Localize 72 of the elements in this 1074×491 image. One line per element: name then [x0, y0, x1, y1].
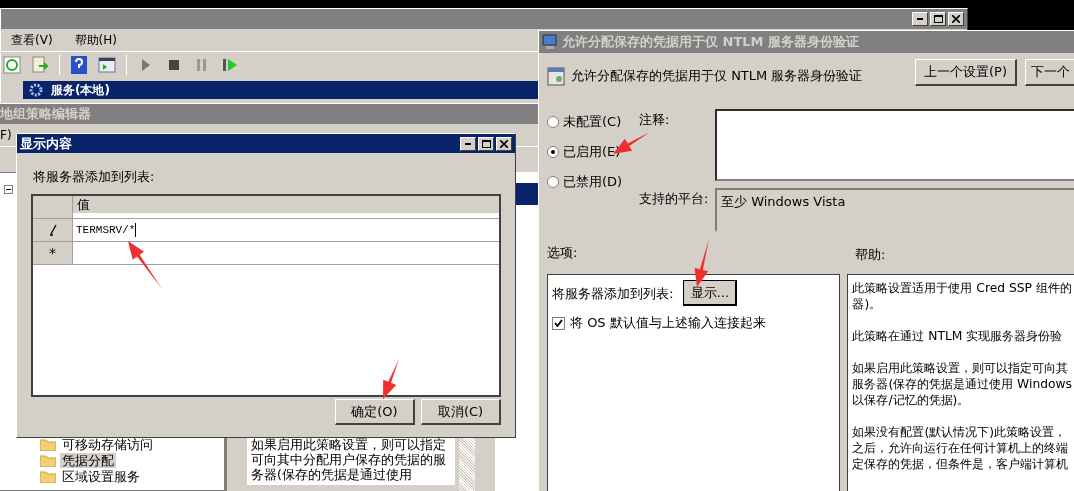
computer-icon — [542, 34, 558, 50]
show-button[interactable]: 显示... — [683, 280, 738, 306]
help-text-line: 服务器(保存的凭据是通过使用 Windows — [852, 376, 1072, 392]
console-icon[interactable] — [98, 55, 116, 74]
help-text-line: 此策略设置适用于使用 Cred SSP 组件的 — [852, 280, 1072, 296]
radio-button[interactable] — [547, 176, 559, 188]
window-title: 允许分配保存的凭据用于仅 NTLM 服务器身份验证 — [562, 33, 861, 51]
annotation-arrow — [383, 359, 399, 399]
refresh-icon[interactable] — [3, 55, 21, 74]
description-line: 可向其中分配用户保存的凭据的服 — [251, 452, 447, 467]
help-text-line: 定保存的凭据，但条件是，客户端计算机 — [852, 456, 1070, 472]
menu-item[interactable]: F) — [0, 128, 12, 142]
next-setting-button[interactable]: 下一个 — [1025, 59, 1074, 86]
previous-setting-button[interactable]: 上一个设置(P) — [915, 59, 1017, 86]
help-text-line: 如果启用此策略设置，则可以指定可向其 — [852, 360, 1070, 376]
concat-checkbox[interactable]: 将 OS 默认值与上述输入连接起来 — [552, 314, 836, 332]
maximize-button[interactable] — [930, 12, 946, 26]
cancel-button[interactable]: 取消(C) — [421, 399, 501, 425]
description-line: 务器(保存的凭据是通过使用 — [251, 467, 413, 482]
new-row-marker: * — [49, 245, 56, 261]
annotation-arrow — [128, 241, 162, 289]
state-radio[interactable]: 已禁用(D) — [547, 173, 639, 191]
help-text-line: 以保存/记忆的凭据)。 — [852, 392, 971, 408]
checkbox[interactable] — [552, 316, 565, 330]
folder-icon — [40, 453, 56, 467]
ok-button[interactable]: 确定(O) — [335, 399, 415, 425]
help-text-line: 器)。 — [852, 296, 883, 312]
gear-icon — [29, 83, 43, 97]
collapse-icon[interactable] — [4, 185, 13, 194]
minimize-button[interactable] — [912, 12, 928, 26]
help-icon[interactable] — [70, 55, 88, 74]
radio-button[interactable] — [547, 116, 559, 128]
state-radio[interactable]: 未配置(C) — [547, 113, 639, 131]
radio-button[interactable] — [547, 146, 559, 158]
help-text-line: 如果没有配置(默认情况下)此策略设置， — [852, 424, 1067, 440]
folder-icon — [40, 469, 56, 483]
maximize-icon — [481, 139, 491, 148]
minimize-icon — [917, 18, 923, 20]
dialog-title: 显示内容 — [20, 134, 73, 153]
policy-title: 允许分配保存的凭据用于仅 NTLM 服务器身份验证 — [571, 67, 864, 85]
close-icon — [500, 139, 508, 148]
minimize-icon — [465, 142, 471, 145]
options-label: 选项: — [547, 244, 578, 260]
menu-item[interactable]: 查看(V) — [11, 31, 53, 49]
maximize-icon — [933, 15, 943, 23]
minimize-button[interactable] — [460, 136, 476, 151]
close-icon — [952, 15, 960, 23]
tree-item[interactable]: 凭据分配 — [60, 452, 116, 468]
column-header: 值 — [73, 196, 499, 213]
value-input[interactable]: TERMSRV/* — [76, 224, 136, 236]
platform-label: 支持的平台: — [639, 190, 710, 208]
help-label: 帮助: — [855, 246, 886, 264]
window-title: 地组策略编辑器 — [0, 105, 92, 123]
help-text-line: 之后，允许向运行在任何计算机上的终端 — [852, 440, 1070, 456]
list-label: 将服务器添加到列表: — [33, 169, 156, 186]
policy-icon — [547, 66, 565, 86]
scrollbar[interactable] — [459, 437, 475, 491]
comment-field[interactable] — [715, 109, 1074, 181]
maximize-button[interactable] — [478, 136, 494, 151]
platform-field: 至少 Windows Vista — [715, 188, 1074, 232]
close-button[interactable] — [948, 12, 964, 26]
pencil-icon — [47, 224, 58, 236]
comment-label: 注释: — [639, 111, 671, 129]
menu-item[interactable]: 帮助(H) — [74, 31, 117, 49]
close-button[interactable] — [496, 136, 512, 151]
export-icon[interactable] — [31, 55, 49, 74]
tree-item[interactable]: 可移动存储访问 — [60, 436, 155, 452]
servers-label: 将服务器添加到列表: — [552, 285, 674, 303]
tree-item[interactable]: 区域设置服务 — [60, 468, 142, 484]
help-text-line: 此策略在通过 NTLM 实现服务器身份验 — [852, 328, 1064, 344]
pane-title: 服务(本地) — [51, 81, 110, 99]
description-line: 如果启用此策略设置，则可以指定 — [251, 437, 447, 452]
